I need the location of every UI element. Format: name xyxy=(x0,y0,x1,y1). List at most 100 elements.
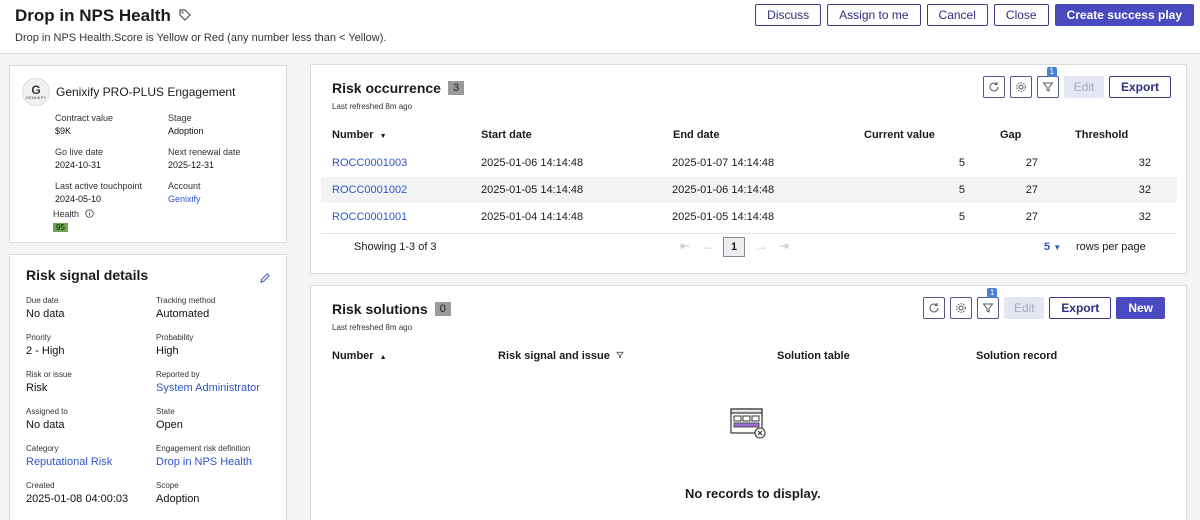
column-solution-table[interactable]: Solution table xyxy=(777,350,850,362)
column-threshold[interactable]: Threshold xyxy=(1075,129,1128,141)
column-end-date[interactable]: End date xyxy=(673,129,719,141)
last-refreshed: Last refreshed 8m ago xyxy=(332,102,413,111)
settings-button[interactable] xyxy=(1009,76,1032,98)
new-button[interactable]: New xyxy=(1116,297,1165,319)
cancel-button[interactable]: Cancel xyxy=(926,4,988,26)
touchpoint-field: Last active touchpoint 2024-05-10 xyxy=(55,181,143,204)
showing-count: Showing 1-3 of 3 xyxy=(354,241,437,253)
column-start-date[interactable]: Start date xyxy=(481,129,532,141)
export-button[interactable]: Export xyxy=(1108,76,1171,98)
pager-prev-controls: ⇤← xyxy=(680,239,726,253)
gear-icon xyxy=(1016,82,1026,92)
gear-icon xyxy=(956,303,967,313)
settings-button[interactable] xyxy=(950,297,973,319)
last-refreshed: Last refreshed 8m ago xyxy=(332,323,413,332)
column-current-value[interactable]: Current value xyxy=(864,129,935,141)
tag-icon[interactable] xyxy=(179,6,191,26)
occurrence-number-link[interactable]: ROCC0001002 xyxy=(332,184,407,196)
first-page-icon[interactable]: ⇤ xyxy=(680,239,702,253)
page-title: Drop in NPS Health xyxy=(15,6,191,26)
reported-by-field: Reported by System Administrator xyxy=(156,370,260,394)
engagement-title: Genixify PRO-PLUS Engagement xyxy=(56,85,236,99)
no-records-message: No records to display. xyxy=(685,486,821,501)
pager-next-controls: →⇥ xyxy=(755,239,801,253)
assign-to-me-button[interactable]: Assign to me xyxy=(827,4,921,26)
occurrence-toolbar: 1 Edit Export xyxy=(982,67,1171,98)
risk-description: Drop in NPS Health.Score is Yellow or Re… xyxy=(15,32,387,44)
occurrence-number-link[interactable]: ROCC0001003 xyxy=(332,157,407,169)
last-page-icon[interactable]: ⇥ xyxy=(779,239,801,253)
tracking-method-field: Tracking method Automated xyxy=(156,296,216,320)
priority-field: Priority 2 - High xyxy=(26,333,65,357)
occurrence-number-link[interactable]: ROCC0001001 xyxy=(332,211,407,223)
health-score-badge: 95 xyxy=(53,223,68,233)
filter-icon xyxy=(982,303,994,313)
account-field: Account Genixify xyxy=(168,181,201,204)
due-date-field: Due date No data xyxy=(26,296,65,320)
edit-pencil-icon[interactable] xyxy=(259,271,270,289)
risk-or-issue-field: Risk or issue Risk xyxy=(26,370,72,394)
risk-solutions-count: 0 xyxy=(434,302,451,316)
header-actions: Discuss Assign to me Cancel Close Create… xyxy=(755,4,1194,26)
info-icon[interactable] xyxy=(84,209,94,220)
pager-divider xyxy=(321,233,1177,234)
risk-occurrence-count: 3 xyxy=(447,81,465,95)
column-gap[interactable]: Gap xyxy=(1000,129,1021,141)
category-field: Category Reputational Risk xyxy=(26,444,113,468)
export-button[interactable]: Export xyxy=(1049,297,1112,319)
close-button[interactable]: Close xyxy=(993,4,1049,26)
risk-occurrence-title: Risk occurrence 3 xyxy=(332,80,465,96)
create-success-play-button[interactable]: Create success play xyxy=(1054,4,1194,26)
probability-field: Probability High xyxy=(156,333,194,357)
filter-count-badge: 1 xyxy=(986,288,998,298)
next-page-icon[interactable]: → xyxy=(755,239,779,253)
sort-asc-icon: ▲ xyxy=(379,354,387,361)
refresh-icon xyxy=(989,82,999,92)
assigned-to-field: Assigned to No data xyxy=(26,407,68,431)
no-records-illustration-icon xyxy=(730,408,770,447)
risk-signal-details-title: Risk signal details xyxy=(26,267,149,283)
engagement-card: G GENIXIFY Genixify PRO-PLUS Engagement … xyxy=(9,65,287,243)
scope-field: Scope Adoption xyxy=(156,481,200,505)
category-link[interactable]: Reputational Risk xyxy=(26,456,112,468)
renewal-date-field: Next renewal date 2025-12-31 xyxy=(168,147,241,170)
stage-field: Stage Adoption xyxy=(168,113,204,136)
chevron-down-icon: ▼ xyxy=(1053,243,1062,252)
column-number[interactable]: Number ▼ xyxy=(332,129,387,141)
health-field: Health 95 xyxy=(53,209,94,233)
filter-button[interactable]: 1 xyxy=(977,288,1000,319)
column-risk-signal-and-issue[interactable]: Risk signal and issue xyxy=(498,350,624,362)
go-live-date-field: Go live date 2024-10-31 xyxy=(55,147,104,170)
table-row: ROCC0001001 2025-01-04 14:14:48 2025-01-… xyxy=(332,211,1151,223)
risk-signal-details-card: Risk signal details Due date No data Tra… xyxy=(9,254,287,520)
column-solution-record[interactable]: Solution record xyxy=(976,350,1057,362)
solutions-toolbar: 1 Edit Export New xyxy=(923,288,1165,319)
refresh-icon xyxy=(929,303,939,313)
current-page-button[interactable]: 1 xyxy=(723,237,745,257)
discuss-button[interactable]: Discuss xyxy=(755,4,822,26)
record-header: Drop in NPS Health Drop in NPS Health.Sc… xyxy=(0,0,1200,54)
table-row: ROCC0001002 2025-01-05 14:14:48 2025-01-… xyxy=(321,177,1177,203)
refresh-button[interactable] xyxy=(923,297,946,319)
refresh-button[interactable] xyxy=(982,76,1005,98)
edit-button[interactable]: Edit xyxy=(1004,297,1045,319)
filter-icon xyxy=(1042,82,1054,92)
edit-button[interactable]: Edit xyxy=(1063,76,1104,98)
reported-by-link[interactable]: System Administrator xyxy=(156,382,260,394)
risk-occurrence-card: Risk occurrence 3 Last refreshed 8m ago … xyxy=(310,64,1187,274)
created-field: Created 2025-01-08 04:00:03 xyxy=(26,481,129,505)
contract-value-field: Contract value $9K xyxy=(55,113,114,136)
account-link[interactable]: Genixify xyxy=(168,194,201,204)
rows-per-page-label: rows per page xyxy=(1076,241,1146,253)
genixify-logo: G GENIXIFY xyxy=(22,78,50,106)
column-number[interactable]: Number ▲ xyxy=(332,350,387,362)
risk-definition-field: Engagement risk definition Drop in NPS H… xyxy=(156,444,252,468)
risk-solutions-card: Risk solutions 0 Last refreshed 8m ago 1… xyxy=(310,285,1187,520)
filter-button[interactable]: 1 xyxy=(1036,67,1059,98)
state-field: State Open xyxy=(156,407,183,431)
risk-definition-link[interactable]: Drop in NPS Health xyxy=(156,456,252,468)
sort-desc-icon: ▼ xyxy=(379,133,387,140)
risk-solutions-title: Risk solutions 0 xyxy=(332,301,451,317)
filter-count-badge: 1 xyxy=(1046,67,1057,77)
rows-per-page-select[interactable]: 5 ▼ xyxy=(1044,241,1061,253)
